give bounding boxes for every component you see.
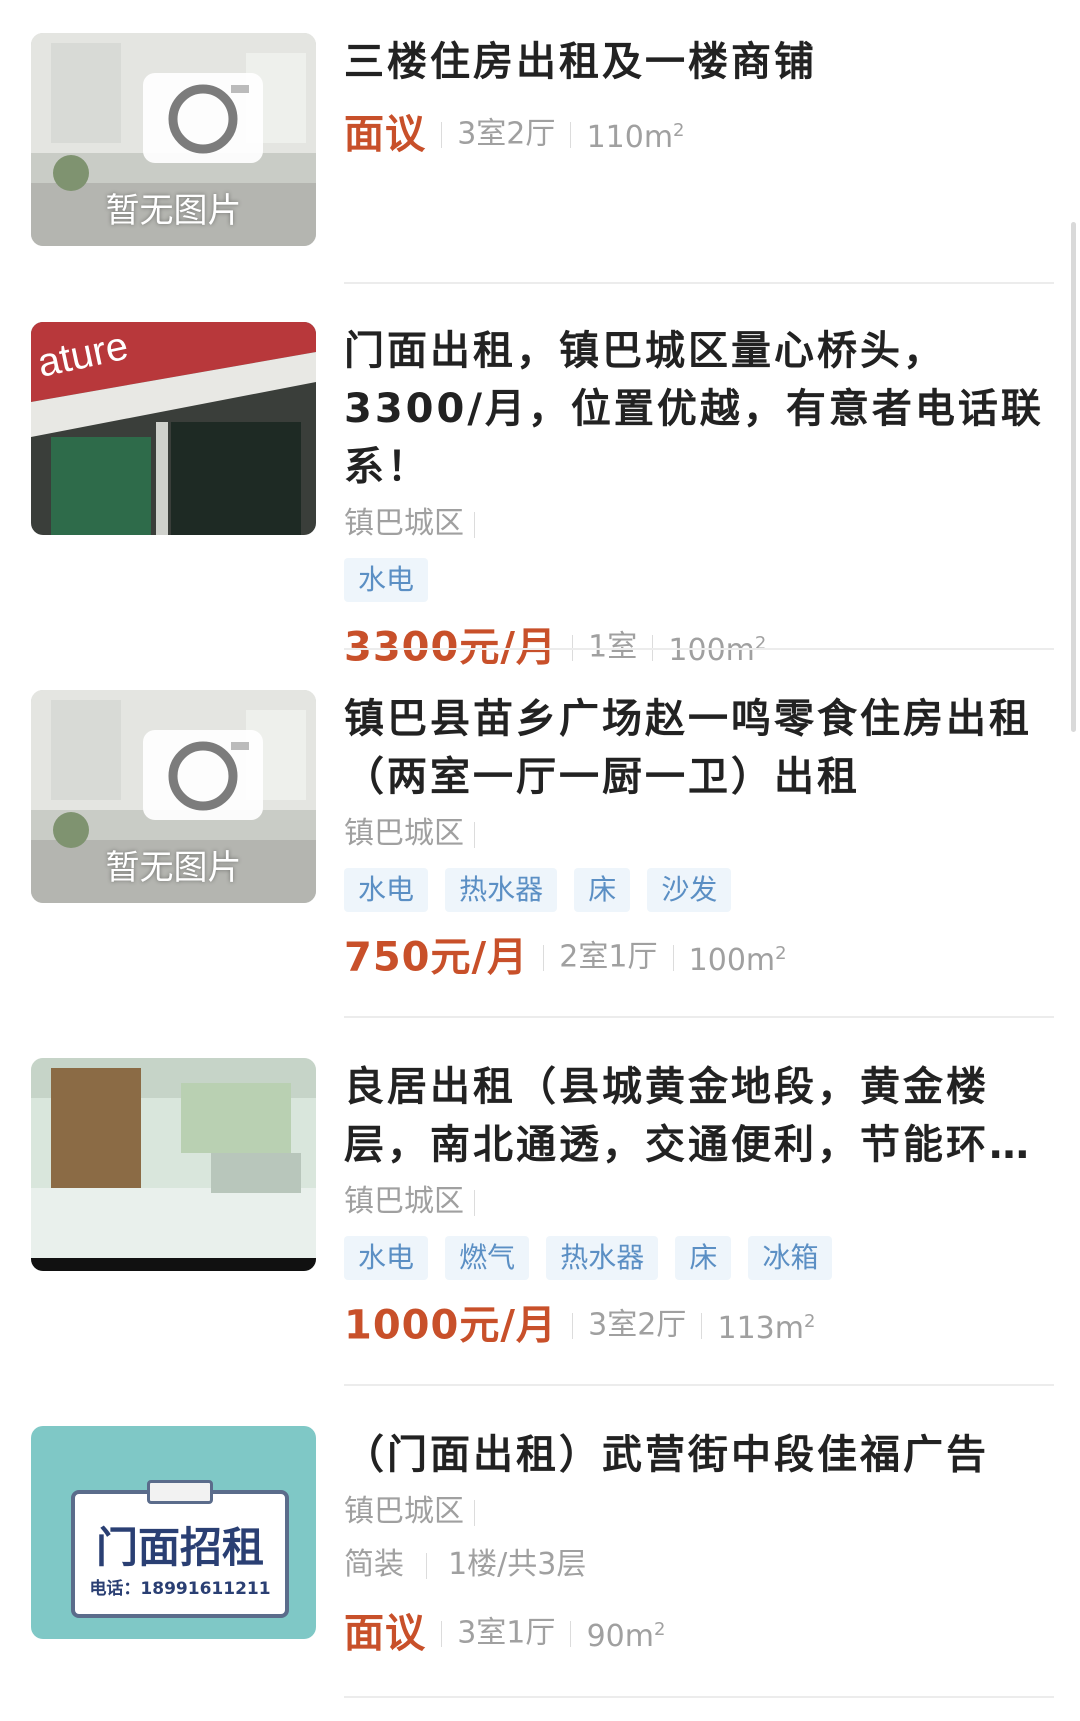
listing-price: 750元/月 <box>344 934 529 981</box>
listing-price: 面议 <box>344 1610 426 1657</box>
tag: 燃气 <box>445 1236 530 1280</box>
listing-location: 镇巴城区 <box>344 1184 464 1219</box>
listing-title[interactable]: 三楼住房出租及一楼商铺 <box>344 33 1044 91</box>
divider <box>672 944 674 971</box>
listing-area: 100m2 <box>668 633 767 668</box>
tag: 水电 <box>344 558 429 602</box>
listing-image[interactable]: ature <box>31 322 316 535</box>
divider <box>474 821 475 848</box>
row-divider <box>344 1696 1054 1698</box>
tag: 床 <box>675 1236 732 1280</box>
tag: 床 <box>574 868 631 912</box>
divider <box>441 121 443 148</box>
sign-clip <box>147 1480 213 1504</box>
listing-item[interactable]: 门面招租 电话：18991611211 （门面出租）武营街中段佳福广告 镇巴城区… <box>0 1426 1080 1716</box>
tag: 热水器 <box>445 868 558 912</box>
listing-layout: 2室1厅 <box>559 939 658 975</box>
divider <box>570 121 572 148</box>
divider <box>474 511 475 538</box>
listing-image[interactable] <box>31 1058 316 1271</box>
listing-item[interactable]: 暂无图片 三楼住房出租及一楼商铺 面议 3室2厅 110m2 <box>0 33 1080 283</box>
tag-list: 水电 <box>344 558 1044 602</box>
row-divider <box>344 282 1054 284</box>
divider <box>441 1620 443 1647</box>
divider <box>570 1620 572 1647</box>
divider <box>425 1552 427 1579</box>
tag-list: 水电 燃气 热水器 床 冰箱 <box>344 1236 1044 1280</box>
no-image-label: 暂无图片 <box>105 191 242 231</box>
listing-layout: 1室 <box>588 629 638 665</box>
tag-list: 水电 热水器 床 沙发 <box>344 868 1044 912</box>
listing-location: 镇巴城区 <box>344 506 464 541</box>
divider <box>701 1312 703 1339</box>
listing-layout: 3室2厅 <box>588 1307 687 1343</box>
listing-image[interactable]: 门面招租 电话：18991611211 <box>31 1426 316 1639</box>
listing-layout: 3室1厅 <box>457 1615 556 1651</box>
listing-area: 90m2 <box>586 1619 666 1654</box>
divider <box>543 944 545 971</box>
divider <box>474 1499 475 1526</box>
listing-location: 镇巴城区 <box>344 816 464 851</box>
sign-title: 门面招租 <box>95 1523 264 1572</box>
sign-board: 门面招租 电话：18991611211 <box>71 1480 289 1618</box>
placeholder-image[interactable]: 暂无图片 <box>31 690 316 903</box>
listing-price: 1000元/月 <box>344 1302 557 1349</box>
row-divider <box>344 1384 1054 1386</box>
divider <box>474 1189 475 1216</box>
listing-title[interactable]: （门面出租）武营街中段佳福广告 <box>344 1426 1044 1484</box>
tag: 沙发 <box>647 868 732 912</box>
tag: 热水器 <box>546 1236 659 1280</box>
no-image-label: 暂无图片 <box>105 848 242 888</box>
listing-price: 面议 <box>344 111 426 158</box>
sign-phone: 电话：18991611211 <box>89 1579 271 1599</box>
scrollbar[interactable] <box>1071 222 1076 732</box>
listing-item[interactable]: 暂无图片 镇巴县苗乡广场赵一鸣零食住房出租（两室一厅一厨一卫）出租 镇巴城区 水… <box>0 690 1080 990</box>
row-divider <box>344 648 1054 650</box>
row-divider <box>344 1016 1054 1018</box>
listing-layout: 3室2厅 <box>457 116 556 152</box>
listing-title[interactable]: 门面出租，镇巴城区量心桥头，3300/月，位置优越，有意者电话联系！ <box>344 322 1044 496</box>
listing-decoration: 简装 <box>344 1547 404 1582</box>
listing-floor: 1楼/共3层 <box>448 1547 587 1582</box>
listing-item[interactable]: ature 门面出租，镇巴城区量心桥头，3300/月，位置优越，有意者电话联系！… <box>0 322 1080 671</box>
listing-item[interactable]: 良居出租（县城黄金地段，黄金楼层，南北通透，交通便利，节能环… 镇巴城区 水电 … <box>0 1058 1080 1358</box>
placeholder-image[interactable]: 暂无图片 <box>31 33 316 246</box>
listing-title[interactable]: 良居出租（县城黄金地段，黄金楼层，南北通透，交通便利，节能环… <box>344 1058 1044 1174</box>
tag: 水电 <box>344 868 429 912</box>
listing-area: 110m2 <box>586 120 685 155</box>
divider <box>572 1312 574 1339</box>
tag: 水电 <box>344 1236 429 1280</box>
listing-location: 镇巴城区 <box>344 1494 464 1529</box>
listing-title[interactable]: 镇巴县苗乡广场赵一鸣零食住房出租（两室一厅一厨一卫）出租 <box>344 690 1044 806</box>
listing-area: 100m2 <box>688 943 787 978</box>
tag: 冰箱 <box>748 1236 833 1280</box>
listing-area: 113m2 <box>717 1311 816 1346</box>
